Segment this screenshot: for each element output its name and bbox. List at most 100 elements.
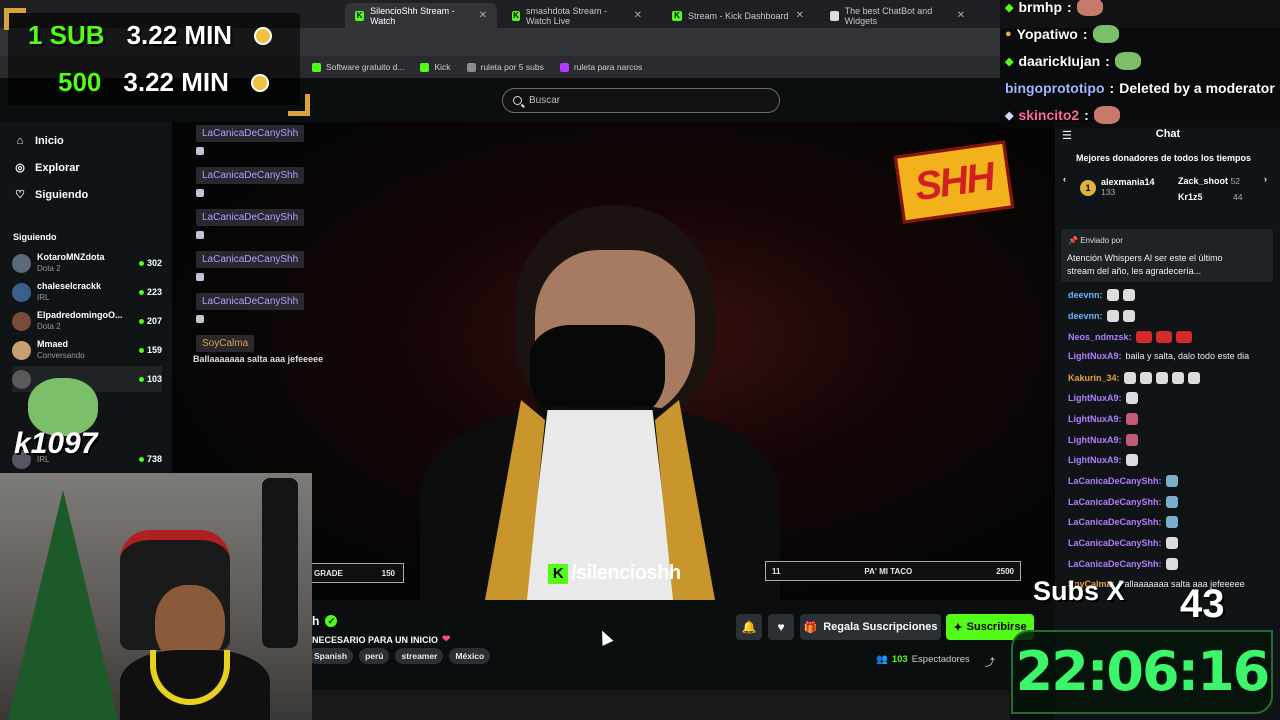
emote [1165,516,1178,528]
chat-username[interactable]: Neos_ndmzsk: [1068,332,1132,342]
follow-button[interactable]: ♥ [768,614,794,640]
close-icon[interactable]: ✕ [957,10,965,21]
chat-username[interactable]: LaCanicaDeCanyShh: [1068,559,1162,569]
emote [1171,372,1184,384]
chat-username[interactable]: deevnn: [1068,311,1103,321]
emote [1125,434,1138,446]
chevron-right-icon[interactable]: › [1264,174,1267,184]
chevron-left-icon[interactable]: ‹ [1063,174,1066,184]
video-chat-user: SoyCalma [196,335,255,352]
overlay-chat-line: bingoprototipo: Deleted by a moderator [1005,80,1275,96]
emote [1092,25,1119,43]
video-chat-message: Ballaaaaaaa salta aaa jefeeeee [193,354,324,364]
notification-button[interactable]: 🔔 [736,614,762,640]
mouse-cursor [596,628,614,646]
bookmark-ruleta-narcos[interactable]: ruleta para narcos [559,62,642,72]
chat-message: LaCanicaDeCanyShh: [1068,516,1178,528]
overlay-chat-line: ◆ brmhp: [1005,0,1103,16]
emote [1106,289,1119,301]
bookmark-kick[interactable]: Kick [420,62,451,72]
chat-message: LightNuxA9: [1068,392,1138,404]
punching-bag [262,478,298,648]
emote [1165,537,1178,549]
gift-subs-button[interactable]: 🎁 Regala Suscripciones [800,614,941,640]
emote [1165,496,1178,508]
bookmark-ruleta-subs[interactable]: ruleta por 5 subs [466,62,544,72]
kick-icon: K [672,10,682,21]
tab-smashdota[interactable]: K smashdota Stream - Watch Live ✕ [502,3,652,28]
tab-silencioshh[interactable]: K SilencioShh Stream - Watch ✕ [345,3,497,28]
chat-username[interactable]: LaCanicaDeCanyShh: [1068,538,1162,548]
home-icon: ⌂ [16,135,24,147]
following-item[interactable]: ElpadredomingoO... Dota 2 207 [12,308,162,334]
tag[interactable]: perú [359,648,390,664]
chat-username[interactable]: LaCanicaDeCanyShh: [1068,476,1162,486]
kick-icon [420,62,430,72]
chat-username[interactable]: LaCanicaDeCanyShh: [1068,497,1162,507]
stream-title: h ✓ [312,614,338,628]
chat-username[interactable]: Kakurin_34: [1068,373,1120,383]
emote [1155,372,1168,384]
sidebar-item-explorar[interactable]: ◎ Explorar [14,162,79,174]
emote [1165,558,1178,570]
chat-username[interactable]: LightNuxA9: [1068,435,1122,445]
donor-1: alexmania14 133 [1101,177,1155,197]
video-chat-user: LaCanicaDeCanyShh [196,125,305,142]
video-chat-user: LaCanicaDeCanyShh [196,251,305,268]
clock-icon [250,73,269,92]
tag[interactable]: streamer [395,648,444,664]
overlay-k-count: k1097 [14,427,98,460]
following-item[interactable]: KotaroMNZdota Dota 2 302 [12,250,162,276]
chat-username[interactable]: LightNuxA9: [1068,414,1122,424]
tag[interactable]: México [449,648,491,664]
viewer-count: 👥 103 Espectadores [876,654,970,665]
chat-username[interactable]: deevnn: [1068,290,1103,300]
top-donors-title: Mejores donadores de todos los tiempos [1076,153,1252,163]
bookmark-icon [559,62,569,72]
heart-icon: ♡ [15,189,25,201]
chat-message: LaCanicaDeCanyShh: [1068,537,1178,549]
stream-subtitle: NECESARIO PARA UN INICIO ❤ [312,634,451,645]
following-header: Siguiendo [13,232,57,242]
subs-count: 43 [1180,582,1225,626]
chat-username[interactable]: LightNuxA9: [1068,393,1122,403]
search-input[interactable]: Buscar [502,88,780,113]
chat-message: deevnn: [1068,310,1135,322]
heart-icon: ♥ [777,620,785,634]
sidebar-item-inicio[interactable]: ⌂ Inicio [14,135,64,147]
avatar [12,369,31,389]
bookmark-icon [312,62,321,72]
chat-message: deevnn: [1068,289,1135,301]
following-item[interactable]: Mmaed Conversando 159 [12,337,162,363]
bookmark-software[interactable]: Software gratuito d... [312,62,404,72]
chat-username[interactable]: LaCanicaDeCanyShh: [1068,517,1162,527]
overlay-chat-line: ◆ skincito2: [1005,106,1120,124]
bookmark-icon [466,62,476,72]
gift-icon: 🎁 [803,621,818,634]
kick-icon: K [512,10,520,21]
video-chat-user: LaCanicaDeCanyShh [196,167,305,184]
tab-kick-dashboard[interactable]: K Stream - Kick Dashboard ✕ [662,3,814,28]
overlay-chat-line: ● Yopatiwo: [1005,25,1119,43]
following-item[interactable]: chaleselcrackk IRL 223 [12,279,162,305]
pinned-by: 📌 Enviado por [1068,236,1123,245]
chat-message: LaCanicaDeCanyShh: [1068,558,1178,570]
bell-icon: 🔔 [741,620,757,634]
chat-username[interactable]: LightNuxA9: [1068,455,1122,465]
subathon-timer: 22:06:16 [1015,640,1271,703]
close-icon[interactable]: ✕ [796,10,804,21]
chat-username[interactable]: LightNuxA9: [1068,351,1122,361]
rank-badge: 1 [1080,180,1096,196]
sidebar-item-siguiendo[interactable]: ♡ Siguiendo [14,189,88,201]
tab-chatbot[interactable]: The best ChatBot and Widgets ✕ [820,3,975,28]
emote [1114,52,1141,70]
share-icon[interactable]: ⤴ [985,654,995,669]
stream-tags: Spanish perú streamer México [308,648,491,664]
emote [1122,289,1135,301]
chat-message: LaCanicaDeCanyShh: [1068,475,1178,487]
verified-icon: ✓ [325,615,338,627]
tag[interactable]: Spanish [308,648,354,664]
close-icon[interactable]: ✕ [634,10,642,21]
close-icon[interactable]: ✕ [479,10,487,21]
emote [1125,392,1138,404]
